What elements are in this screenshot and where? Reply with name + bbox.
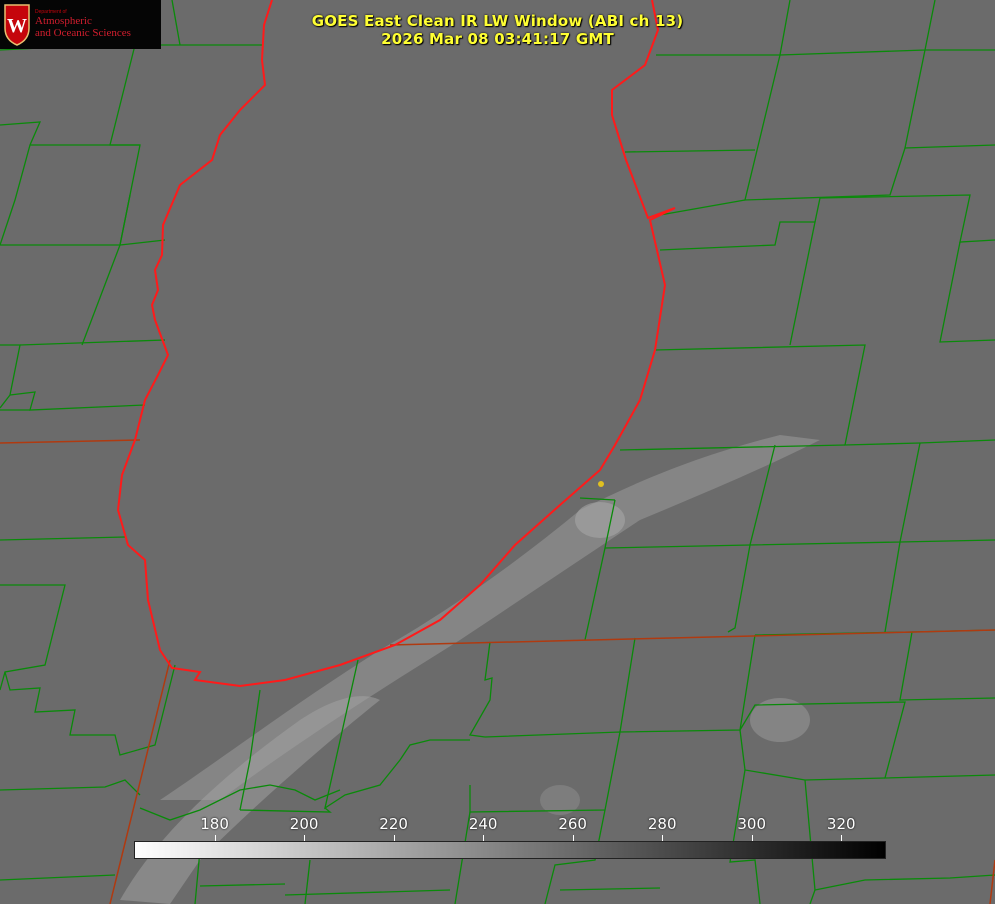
colorbar-tick-label: 260	[558, 815, 587, 833]
timestamp: 2026 Mar 08 03:41:17 GMT	[381, 30, 614, 48]
colorbar-tick-label: 220	[379, 815, 408, 833]
colorbar-tick-label: 200	[289, 815, 319, 833]
colorbar-tick-label: 240	[468, 815, 498, 833]
colorbar-gradient	[134, 841, 886, 859]
colorbar-tick-mark	[483, 835, 485, 841]
colorbar-tick-mark	[751, 835, 753, 841]
satellite-map	[0, 0, 995, 904]
colorbar-tick-mark	[393, 835, 395, 841]
colorbar-tick-mark	[214, 835, 216, 841]
colorbar-tick-label: 280	[647, 815, 677, 833]
station-marker	[598, 481, 604, 487]
colorbar-tick-label: 320	[826, 815, 856, 833]
colorbar-tick-mark	[841, 835, 843, 841]
uw-crest-icon: W	[4, 4, 30, 46]
aos-logo: W Department of Atmospheric and Oceanic …	[0, 0, 161, 49]
cloud-patch-center	[575, 502, 625, 538]
org-name-line1: Atmospheric	[35, 15, 92, 27]
colorbar-tick-label: 180	[200, 815, 229, 833]
colorbar-tick-mark	[572, 835, 574, 841]
product-title: GOES East Clean IR LW Window (ABI ch 13)	[311, 12, 684, 30]
crest-letter: W	[7, 15, 27, 37]
colorbar-tick-mark	[304, 835, 306, 841]
colorbar-tick-mark	[662, 835, 664, 841]
org-name-line2: and Oceanic Sciences	[35, 27, 131, 39]
colorbar-tick-label: 300	[737, 815, 767, 833]
